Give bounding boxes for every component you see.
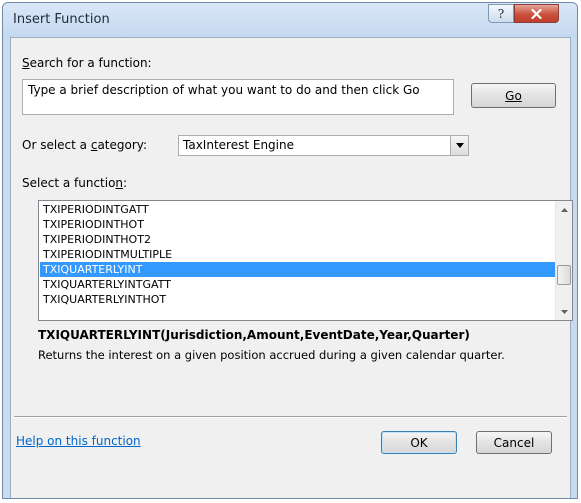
function-list-scrollbar[interactable]	[555, 201, 572, 320]
list-item[interactable]: TXIPERIODINTMULTIPLE	[40, 247, 555, 262]
arrow-up-icon	[560, 207, 568, 212]
function-syntax: TXIQUARTERLYINT(Jurisdiction,Amount,Even…	[38, 328, 470, 342]
help-link[interactable]: Help on this function	[16, 434, 141, 448]
title-bar[interactable]: Insert Function ?	[3, 3, 577, 37]
close-button[interactable]	[514, 4, 559, 23]
go-button[interactable]: Go	[471, 83, 556, 108]
list-item-selected[interactable]: TXIQUARTERLYINT	[40, 262, 555, 277]
search-input[interactable]: Type a brief description of what you wan…	[22, 79, 454, 115]
category-label: Or select a category:	[22, 138, 148, 152]
cancel-button[interactable]: Cancel	[476, 431, 552, 454]
separator	[14, 416, 567, 418]
category-select[interactable]: TaxInterest Engine	[178, 135, 469, 156]
scroll-up-button[interactable]	[556, 201, 572, 218]
search-label: Search for a function:	[22, 56, 152, 70]
list-item[interactable]: TXIPERIODINTHOT2	[40, 232, 555, 247]
ok-button[interactable]: OK	[381, 431, 457, 454]
scroll-thumb[interactable]	[557, 264, 571, 285]
function-description: Returns the interest on a given position…	[38, 348, 505, 362]
list-item[interactable]: TXIQUARTERLYINTHOT	[40, 292, 555, 307]
dialog-body: Search for a function: Type a brief desc…	[10, 37, 573, 498]
scroll-down-button[interactable]	[556, 303, 572, 320]
function-list[interactable]: TXIPERIODINTGATT TXIPERIODINTHOT TXIPERI…	[38, 200, 573, 321]
chevron-down-icon	[455, 143, 464, 148]
help-icon: ?	[497, 6, 505, 21]
go-button-label: Go	[505, 88, 522, 103]
function-list-label: Select a function:	[22, 176, 128, 190]
category-value: TaxInterest Engine	[183, 138, 294, 152]
list-item[interactable]: TXIQUARTERLYINTGATT	[40, 277, 555, 292]
insert-function-dialog: Insert Function ? Search for a function:…	[2, 2, 578, 499]
list-item[interactable]: TXIPERIODINTHOT	[40, 217, 555, 232]
list-item[interactable]: TXIPERIODINTGATT	[40, 202, 555, 217]
window-title: Insert Function	[13, 12, 110, 27]
category-dropdown-button[interactable]	[450, 136, 468, 155]
help-title-button[interactable]: ?	[488, 4, 514, 23]
arrow-down-icon	[560, 309, 568, 314]
close-icon	[531, 8, 542, 19]
